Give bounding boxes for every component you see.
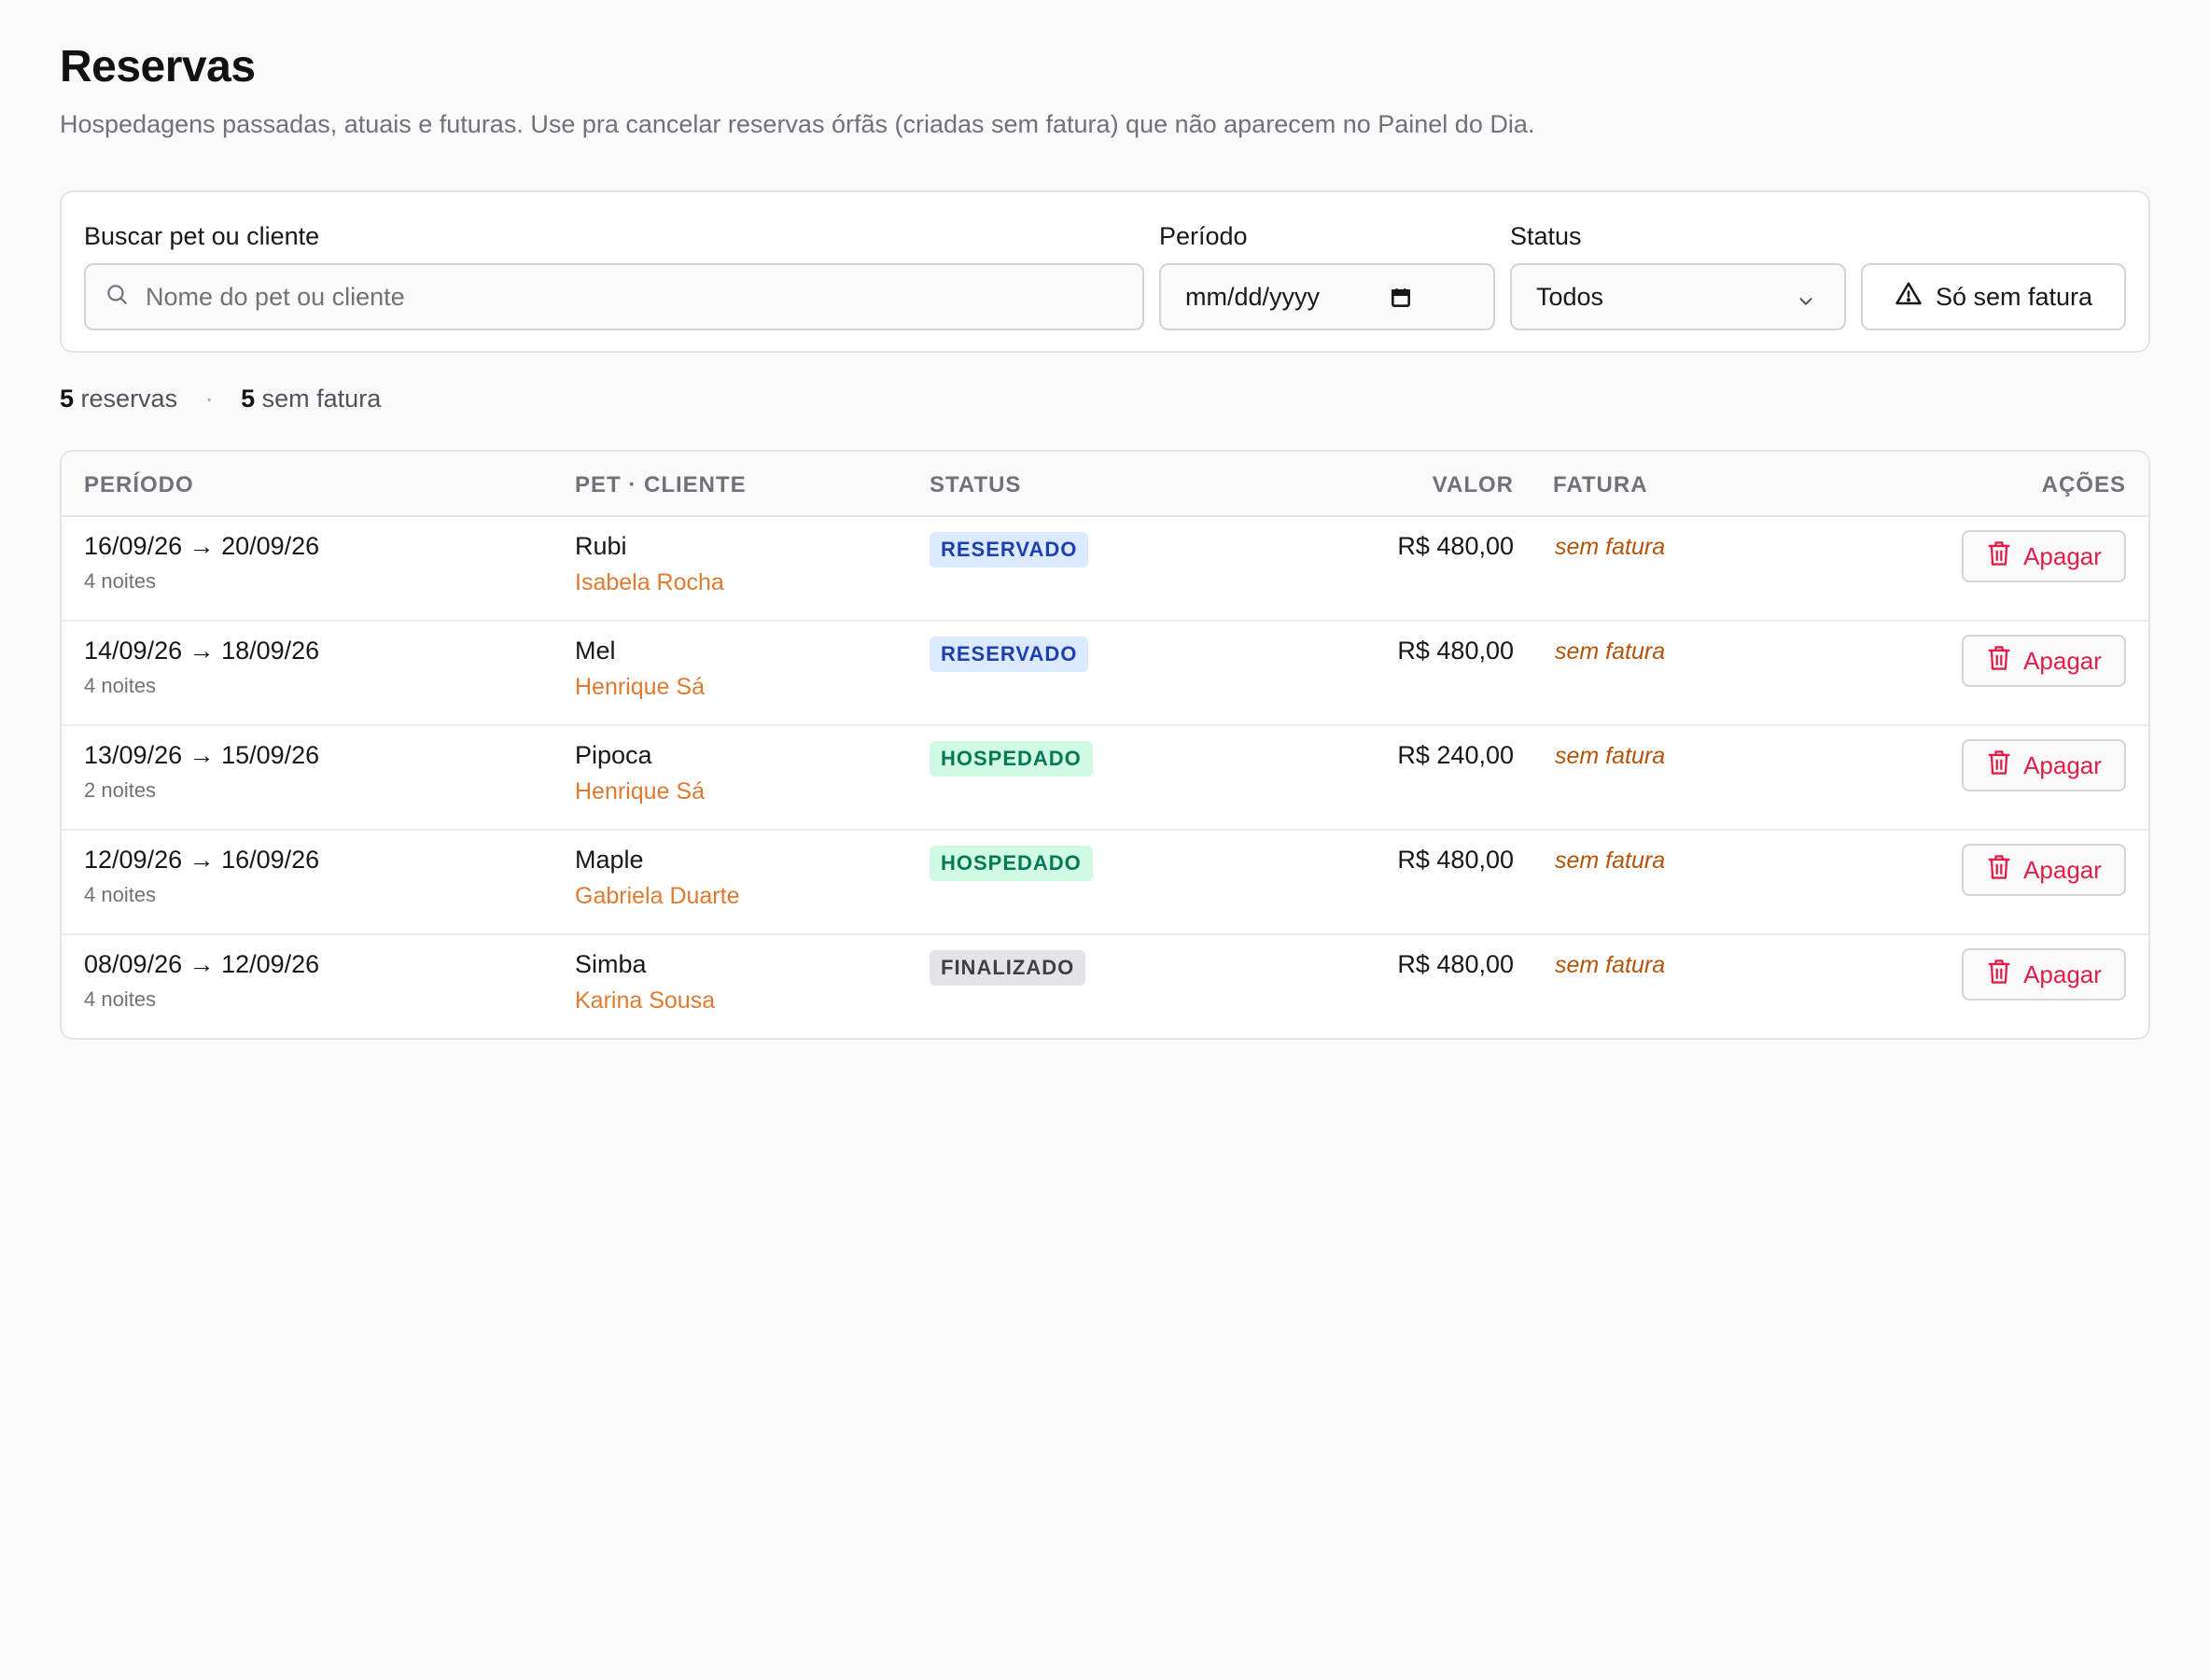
delete-button-label: Apagar	[2023, 541, 2102, 570]
header-invoice: FATURA	[1553, 472, 1648, 497]
delete-button[interactable]: Apagar	[1962, 948, 2126, 1001]
reservations-count: 5	[60, 385, 75, 413]
reservations-page: Reservas Hospedagens passadas, atuais e …	[0, 0, 2210, 1680]
delete-button-label: Apagar	[2023, 646, 2102, 675]
table-row: 12/09/26 → 16/09/26 4 noites Maple Gabriela…	[62, 831, 2148, 935]
trash-icon	[1986, 539, 2012, 574]
search-label: Buscar pet ou cliente	[84, 222, 320, 250]
reservations-table: PERÍODO PET · CLIENTE STATUS VALOR FATUR…	[60, 450, 2150, 1040]
status-select-value: Todos	[1536, 282, 1604, 311]
search-icon	[105, 282, 129, 313]
delete-button[interactable]: Apagar	[1962, 635, 2126, 687]
no-invoice-count-label: sem fatura	[261, 385, 382, 413]
header-value: VALOR	[1432, 472, 1514, 497]
delete-button[interactable]: Apagar	[1962, 739, 2126, 791]
row-invoice-status: sem fatura	[1555, 952, 1666, 978]
delete-button[interactable]: Apagar	[1962, 530, 2126, 582]
period-value: mm/dd/yyyy	[1185, 282, 1321, 311]
status-badge: HOSPEDADO	[930, 741, 1093, 777]
trash-icon	[1986, 958, 2012, 992]
row-nights: 4 noites	[84, 569, 157, 593]
row-value: R$ 480,00	[1397, 532, 1514, 560]
row-client-name[interactable]: Henrique Sá	[575, 778, 705, 805]
header-pet-client: PET · CLIENTE	[575, 472, 747, 497]
period-date-input[interactable]: mm/dd/yyyy	[1159, 263, 1495, 330]
period-label: Período	[1159, 222, 1248, 250]
delete-button-label: Apagar	[2023, 750, 2102, 779]
row-value: R$ 480,00	[1397, 846, 1514, 874]
only-no-invoice-button[interactable]: Só sem fatura	[1861, 263, 2126, 330]
page-subtitle: Hospedagens passadas, atuais e futuras. …	[60, 110, 1535, 138]
row-nights: 4 noites	[84, 883, 157, 906]
status-label: Status	[1510, 222, 1582, 250]
reservations-count-label: reservas	[80, 385, 178, 413]
trash-icon	[1986, 644, 2012, 679]
summary-separator: ·	[204, 385, 214, 413]
table-row: 13/09/26 → 15/09/26 2 noites Pipoca Henriqu…	[62, 726, 2148, 831]
results-summary: 5 reservas · 5 sem fatura	[60, 385, 381, 413]
row-pet-name: Mel	[575, 637, 616, 665]
row-invoice-status: sem fatura	[1555, 638, 1666, 665]
table-row: 16/09/26 → 20/09/26 4 noites Rubi Isabela R…	[62, 517, 2148, 622]
trash-icon	[1986, 853, 2012, 888]
row-period: 13/09/26 → 15/09/26	[84, 741, 320, 769]
row-client-name[interactable]: Gabriela Duarte	[575, 883, 739, 910]
page-title: Reservas	[60, 42, 256, 91]
search-field[interactable]	[84, 263, 1144, 330]
row-pet-name: Simba	[575, 950, 647, 978]
table-row: 08/09/26 → 12/09/26 4 noites Simba Karina S…	[62, 935, 2148, 1038]
trash-icon	[1986, 749, 2012, 783]
delete-button-label: Apagar	[2023, 959, 2102, 988]
status-select[interactable]: Todos	[1510, 263, 1846, 330]
search-input[interactable]	[146, 282, 1079, 312]
status-badge: RESERVADO	[930, 532, 1089, 567]
row-value: R$ 240,00	[1397, 741, 1514, 769]
chevron-down-icon	[1796, 289, 1816, 318]
row-value: R$ 480,00	[1397, 950, 1514, 978]
row-period: 16/09/26 → 20/09/26	[84, 532, 320, 560]
row-pet-name: Pipoca	[575, 741, 652, 769]
row-nights: 4 noites	[84, 674, 157, 697]
row-client-name[interactable]: Henrique Sá	[575, 674, 705, 701]
status-badge: HOSPEDADO	[930, 846, 1093, 881]
row-nights: 2 noites	[84, 778, 157, 802]
row-client-name[interactable]: Isabela Rocha	[575, 569, 724, 596]
row-invoice-status: sem fatura	[1555, 534, 1666, 560]
table-header: PERÍODO PET · CLIENTE STATUS VALOR FATUR…	[62, 452, 2148, 517]
row-value: R$ 480,00	[1397, 637, 1514, 665]
header-actions: AÇÕES	[2041, 472, 2126, 497]
row-nights: 4 noites	[84, 987, 157, 1011]
header-status: STATUS	[930, 472, 1022, 497]
only-no-invoice-label: Só sem fatura	[1935, 282, 2093, 311]
row-invoice-status: sem fatura	[1555, 847, 1666, 874]
warning-triangle-icon	[1895, 280, 1923, 315]
row-period: 08/09/26 → 12/09/26	[84, 950, 320, 978]
row-period: 12/09/26 → 16/09/26	[84, 846, 320, 874]
header-period: PERÍODO	[84, 472, 194, 497]
table-row: 14/09/26 → 18/09/26 4 noites Mel Henrique S…	[62, 622, 2148, 726]
row-pet-name: Maple	[575, 846, 644, 874]
calendar-icon[interactable]	[1389, 286, 1413, 316]
status-badge: RESERVADO	[930, 637, 1089, 672]
delete-button[interactable]: Apagar	[1962, 844, 2126, 896]
no-invoice-count: 5	[241, 385, 256, 413]
status-badge: FINALIZADO	[930, 950, 1086, 986]
row-period: 14/09/26 → 18/09/26	[84, 637, 320, 665]
row-pet-name: Rubi	[575, 532, 627, 560]
row-invoice-status: sem fatura	[1555, 743, 1666, 769]
filters-panel: Buscar pet ou cliente Período mm/dd/yyyy…	[60, 190, 2150, 353]
delete-button-label: Apagar	[2023, 855, 2102, 884]
row-client-name[interactable]: Karina Sousa	[575, 987, 715, 1015]
